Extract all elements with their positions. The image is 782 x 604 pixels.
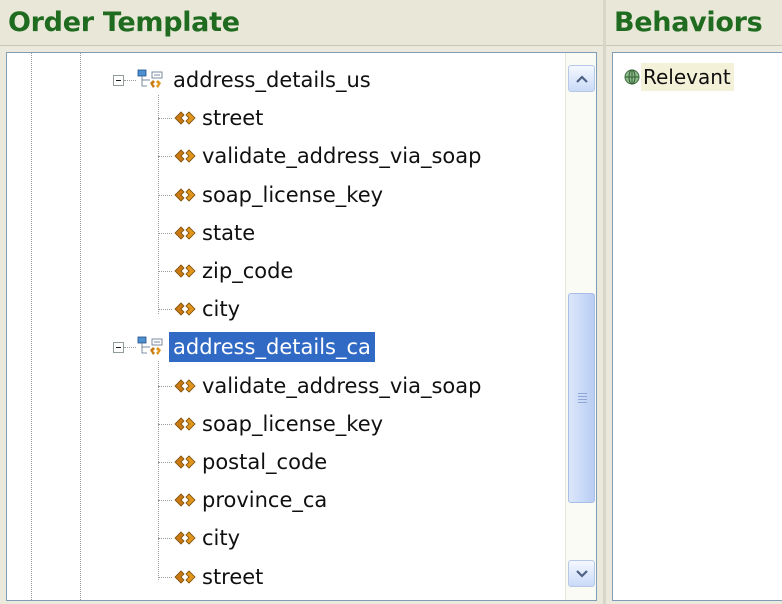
tree-node-label: validate_address_via_soap — [202, 144, 482, 169]
thumb-grip — [578, 399, 587, 400]
chevron-up-icon — [575, 74, 588, 83]
tree-node-label: postal_code — [202, 450, 328, 474]
field-element-icon — [174, 187, 196, 203]
scroll-up-button[interactable] — [568, 65, 595, 92]
tree-node-label: street — [202, 106, 264, 131]
tree-guide-line — [158, 194, 172, 196]
tree-guide-line — [158, 309, 172, 311]
tree-field-node[interactable]: soap_license_key — [158, 407, 387, 441]
scroll-thumb[interactable] — [568, 293, 595, 503]
thumb-grip — [578, 396, 587, 397]
tree-field-node[interactable]: postal_code — [158, 445, 331, 479]
tree-guide-line — [31, 53, 32, 600]
thumb-grip — [578, 393, 587, 394]
group-node-icon — [137, 69, 163, 91]
collapse-toggle[interactable] — [113, 75, 124, 86]
tree-field-node[interactable]: city — [158, 521, 244, 555]
tree-node-label: state — [202, 220, 256, 245]
behaviors-panel[interactable]: Relevant — [612, 52, 782, 601]
tree-node-label: city — [202, 526, 241, 551]
tree-field-node[interactable]: street — [158, 560, 267, 594]
tree-guide-line — [158, 462, 172, 463]
tree-node-label: zip_code — [202, 259, 294, 283]
tree-guide-line — [80, 53, 81, 600]
field-element-icon — [174, 569, 196, 585]
order-template-header: Order Template — [0, 0, 603, 46]
behavior-item-label: Relevant — [641, 63, 734, 91]
field-element-icon — [174, 225, 196, 241]
field-element-icon — [174, 148, 196, 164]
tree-field-node[interactable]: city — [158, 292, 244, 326]
behavior-globe-icon — [624, 69, 640, 85]
order-template-title: Order Template — [8, 7, 240, 38]
field-element-icon — [174, 530, 196, 546]
tree-guide-line — [158, 500, 172, 502]
tree-field-node[interactable]: validate_address_via_soap — [158, 139, 485, 173]
tree-node-label: soap_license_key — [202, 411, 384, 436]
tree-guide-line — [158, 423, 172, 425]
tree-node-label: street — [202, 564, 264, 589]
tree-field-node[interactable]: street — [158, 101, 267, 135]
tree-field-node[interactable]: zip_code — [158, 254, 297, 288]
tree-guide-line — [124, 80, 136, 81]
field-element-icon — [174, 301, 196, 317]
tree-field-node[interactable]: province_ca — [158, 483, 331, 517]
field-element-icon — [174, 492, 196, 508]
tree-field-node[interactable]: soap_license_key — [158, 178, 387, 212]
order-template-tree[interactable]: address_details_usstreet validate_address… — [6, 52, 597, 601]
field-element-icon — [174, 416, 196, 432]
tree-guide-line — [158, 385, 172, 387]
collapse-toggle[interactable] — [113, 342, 124, 354]
tree-node-label: address_details_ca — [169, 332, 375, 363]
tree-node-label: province_ca — [202, 488, 328, 513]
field-element-icon — [174, 263, 196, 279]
field-element-icon — [174, 378, 196, 394]
behaviors-header: Behaviors — [606, 0, 782, 46]
group-node-icon — [137, 336, 163, 358]
tree-guide-line — [158, 576, 172, 578]
tree-group-node[interactable]: address_details_us — [107, 63, 375, 97]
tree-group-node[interactable]: address_details_ca — [107, 330, 375, 364]
tree-guide-line — [158, 118, 172, 120]
tree-guide-line — [158, 232, 172, 234]
behaviors-title: Behaviors — [614, 7, 763, 38]
tree-guide-line — [158, 156, 172, 158]
tree-node-label: city — [202, 297, 241, 322]
tree-node-label: address_details_us — [173, 68, 371, 92]
tree-node-label: validate_address_via_soap — [202, 373, 482, 398]
tree-field-node[interactable]: state — [158, 216, 259, 250]
tree-guide-line — [158, 538, 172, 540]
field-element-icon — [174, 110, 196, 126]
thumb-grip — [578, 402, 587, 403]
panel-divider[interactable] — [603, 0, 606, 604]
tree-scrollbar[interactable] — [565, 53, 596, 600]
tree-guide-line — [124, 347, 136, 349]
scroll-down-button[interactable] — [568, 560, 595, 587]
tree-field-node[interactable]: validate_address_via_soap — [158, 369, 485, 403]
behavior-item-relevant[interactable]: Relevant — [623, 63, 734, 91]
tree-guide-line — [158, 271, 172, 272]
tree-node-label: soap_license_key — [202, 182, 384, 207]
field-element-icon — [174, 454, 196, 470]
chevron-down-icon — [575, 569, 588, 578]
